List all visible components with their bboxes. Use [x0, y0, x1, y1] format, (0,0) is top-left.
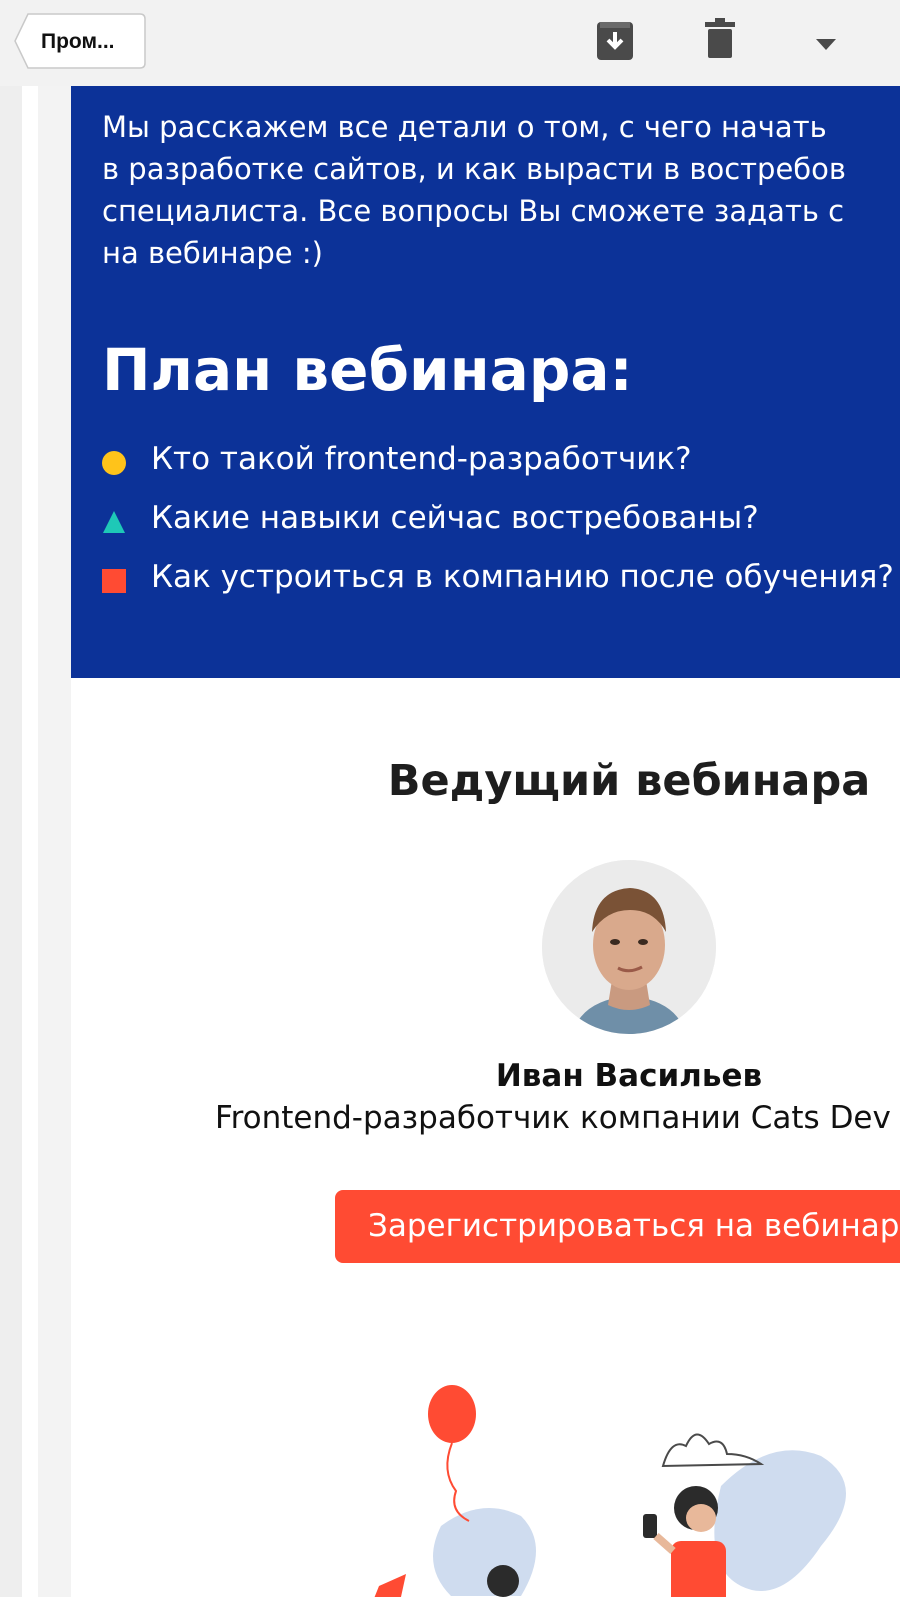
webinar-illustration [374, 1385, 846, 1597]
host-avatar [542, 860, 716, 1034]
plan-title: План вебинара: [102, 336, 633, 404]
plan-item-text: Какие навыки сейчас востребованы? [151, 500, 759, 536]
back-button-label: Пром... [41, 30, 115, 53]
email-gutter [38, 86, 71, 1597]
register-button[interactable]: Зарегистрироваться на вебинар [335, 1190, 900, 1263]
host-name: Иван Васильев [495, 1058, 763, 1094]
intro-line: специалиста. Все вопросы Вы сможете зада… [102, 194, 845, 228]
plan-item-text: Как устроиться в компанию после обучения… [151, 559, 894, 595]
plan-item-text: Кто такой frontend-разработчик? [151, 441, 692, 477]
red-square-icon [102, 569, 126, 593]
intro-line: Мы расскажем все детали о том, с чего на… [102, 110, 827, 144]
intro-line: в разработке сайтов, и как вырасти в вос… [102, 152, 847, 186]
back-button[interactable]: Пром... [14, 13, 146, 69]
host-role: Frontend-разработчик компании Cats Dev [215, 1100, 891, 1136]
sidebar-edge [0, 86, 22, 1597]
archive-icon[interactable] [596, 18, 634, 66]
email-body: Мы расскажем все детали о том, с чего на… [71, 86, 900, 1597]
host-photo [542, 860, 716, 1034]
sidebar-divider [22, 86, 38, 1597]
trash-icon[interactable] [705, 18, 735, 64]
chevron-down-icon[interactable] [816, 36, 836, 55]
host-section-title: Ведущий вебинара [387, 756, 871, 806]
toolbar: Пром... [0, 0, 900, 87]
teal-triangle-icon [103, 511, 125, 533]
plan-section: Мы расскажем все детали о том, с чего на… [71, 86, 900, 678]
intro-line: на вебинаре :) [102, 236, 323, 270]
intro-text: Мы расскажем все детали о том, с чего на… [102, 106, 900, 274]
yellow-circle-icon [102, 451, 126, 475]
